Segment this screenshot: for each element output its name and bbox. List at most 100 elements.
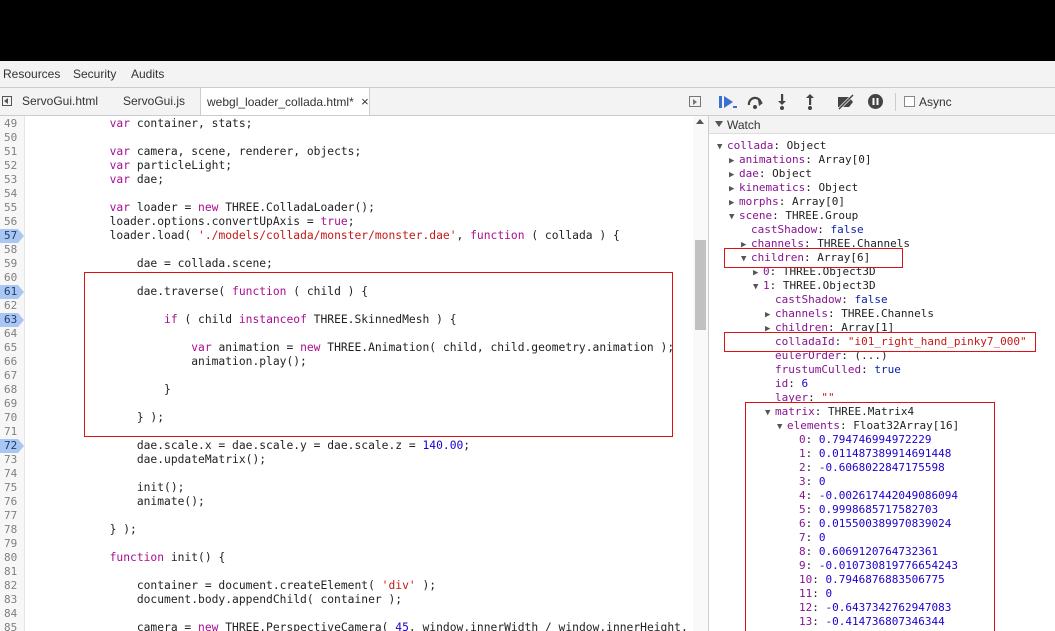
line-number[interactable]: 73	[0, 453, 22, 467]
watch-tree-item[interactable]: ▶ channels: THREE.Channels	[741, 237, 910, 251]
expand-right-icon[interactable]: ▶	[741, 238, 751, 252]
watch-tree-item: 0: 0.794746994972229	[789, 433, 931, 447]
line-number[interactable]: 62	[0, 299, 22, 313]
line-number[interactable]: 77	[0, 509, 22, 523]
line-number[interactable]: 76	[0, 495, 22, 509]
expand-right-icon[interactable]: ▶	[729, 182, 739, 196]
expand-down-icon[interactable]: ▼	[777, 420, 787, 434]
line-number[interactable]: 84	[0, 607, 22, 621]
expand-right-icon[interactable]: ▶	[729, 196, 739, 210]
expand-down-icon[interactable]: ▼	[717, 140, 727, 154]
line-number[interactable]: 80	[0, 551, 22, 565]
line-number[interactable]: 69	[0, 397, 22, 411]
editor-scrollbar[interactable]	[693, 116, 708, 631]
line-number[interactable]: 83	[0, 593, 22, 607]
line-number[interactable]: 56	[0, 215, 22, 229]
expand-right-icon[interactable]: ▶	[765, 308, 775, 322]
file-tab-webgl-loader-collada[interactable]: webgl_loader_collada.html* ×	[200, 88, 370, 115]
line-number[interactable]: 85	[0, 621, 22, 631]
watch-tree-item[interactable]: ▶ channels: THREE.Channels	[765, 307, 934, 321]
watch-tree-item[interactable]: ▼ matrix: THREE.Matrix4	[765, 405, 914, 419]
expand-down-icon[interactable]: ▼	[729, 210, 739, 224]
async-checkbox[interactable]	[904, 96, 915, 107]
line-number[interactable]: 54	[0, 187, 22, 201]
expand-down-icon[interactable]: ▼	[741, 252, 751, 266]
line-number[interactable]: 58	[0, 243, 22, 257]
expand-down-icon[interactable]: ▼	[765, 406, 775, 420]
watch-tree-item[interactable]: ▶ 0: THREE.Object3D	[753, 265, 876, 279]
watch-tree-item: castShadow: false	[741, 223, 864, 237]
code-line: var container, stats;	[109, 117, 253, 130]
line-number[interactable]: 52	[0, 159, 22, 173]
watch-tree-item[interactable]: ▼ 1: THREE.Object3D	[753, 279, 876, 293]
expand-right-icon[interactable]: ▶	[729, 154, 739, 168]
watch-tree-item[interactable]: ▼ elements: Float32Array[16]	[777, 419, 959, 433]
line-number[interactable]: 74	[0, 467, 22, 481]
expand-right-icon[interactable]: ▶	[753, 266, 763, 280]
watch-tree-item: castShadow: false	[765, 293, 888, 307]
line-number-breakpoint[interactable]: 57	[0, 229, 24, 243]
watch-section-header[interactable]: Watch	[709, 116, 1055, 134]
watch-tree-item: 2: -0.6068022847175598	[789, 461, 945, 475]
line-number[interactable]: 53	[0, 173, 22, 187]
tab-resources[interactable]: Resources	[3, 67, 60, 81]
watch-tree-item[interactable]: ▶ animations: Array[0]	[729, 153, 871, 167]
step-out-icon[interactable]	[803, 93, 817, 110]
toggle-navigator-icon[interactable]	[2, 96, 12, 106]
watch-tree-text: children: Array[6]	[751, 251, 871, 264]
watch-tree-item[interactable]: ▶ dae: Object	[729, 167, 812, 181]
line-number[interactable]: 64	[0, 327, 22, 341]
step-into-icon[interactable]	[775, 93, 789, 110]
line-number[interactable]: 68	[0, 383, 22, 397]
line-number[interactable]: 78	[0, 523, 22, 537]
expand-right-icon[interactable]: ▶	[765, 322, 775, 336]
line-number[interactable]: 75	[0, 481, 22, 495]
step-over-icon[interactable]	[746, 94, 764, 110]
resume-icon[interactable]	[718, 94, 738, 110]
scroll-up-icon[interactable]	[696, 119, 704, 124]
watch-tree-item[interactable]: ▼ children: Array[6]	[741, 251, 870, 265]
watch-tree-item[interactable]: ▼ collada: Object	[717, 139, 826, 153]
line-number-gutter[interactable]: 49 50 51 52 53 54 55 56 57 58 59 60 61 62 63 64 65 66 67 68…	[0, 116, 25, 631]
code-line: init();	[28, 481, 185, 494]
watch-tree-text: 12: -0.6437342762947083	[799, 601, 952, 614]
close-icon[interactable]: ×	[361, 94, 369, 109]
watch-tree-item[interactable]: ▶ children: Array[1]	[765, 321, 894, 335]
watch-tree-text: channels: THREE.Channels	[775, 307, 934, 320]
expand-down-icon[interactable]: ▼	[753, 280, 763, 294]
pause-on-exceptions-icon[interactable]	[867, 93, 884, 110]
line-number[interactable]: 60	[0, 271, 22, 285]
line-number[interactable]: 67	[0, 369, 22, 383]
file-tab-servogui-js[interactable]: ServoGui.js	[123, 88, 193, 115]
file-tab-servogui-html[interactable]: ServoGui.html	[22, 88, 110, 115]
line-number[interactable]: 49	[0, 117, 22, 131]
line-number[interactable]: 66	[0, 355, 22, 369]
watch-tree-item[interactable]: ▶ kinematics: Object	[729, 181, 858, 195]
watch-tree-text: 5: 0.9998685717582703	[799, 503, 939, 516]
chevron-down-icon	[715, 121, 723, 127]
line-number[interactable]: 50	[0, 131, 22, 145]
tab-security[interactable]: Security	[73, 67, 116, 81]
tab-audits[interactable]: Audits	[131, 67, 164, 81]
line-number[interactable]: 51	[0, 145, 22, 159]
watch-tree-item[interactable]: ▼ scene: THREE.Group	[729, 209, 858, 223]
line-number[interactable]: 79	[0, 537, 22, 551]
line-number-breakpoint[interactable]: 61	[0, 285, 24, 299]
code-editor[interactable]: 49 50 51 52 53 54 55 56 57 58 59 60 61 62 63 64 65 66 67 68…	[0, 116, 709, 631]
line-number[interactable]: 70	[0, 411, 22, 425]
line-number-breakpoint[interactable]: 63	[0, 313, 24, 327]
toggle-debugger-icon[interactable]	[689, 96, 701, 107]
line-number-breakpoint[interactable]: 72	[0, 439, 24, 453]
line-number[interactable]: 59	[0, 257, 22, 271]
editor-scrollbar-thumb[interactable]	[695, 240, 706, 330]
line-number[interactable]: 71	[0, 425, 22, 439]
watch-tree-item[interactable]: ▶ morphs: Array[0]	[729, 195, 845, 209]
line-number[interactable]: 82	[0, 579, 22, 593]
line-number[interactable]: 65	[0, 341, 22, 355]
code-line: if ( child instanceof THREE.SkinnedMesh …	[164, 313, 457, 326]
expand-right-icon[interactable]: ▶	[729, 168, 739, 182]
line-number[interactable]: 81	[0, 565, 22, 579]
watch-tree-item: 1: 0.011487389914691448	[789, 447, 951, 461]
line-number[interactable]: 55	[0, 201, 22, 215]
deactivate-breakpoints-icon[interactable]	[836, 94, 856, 110]
